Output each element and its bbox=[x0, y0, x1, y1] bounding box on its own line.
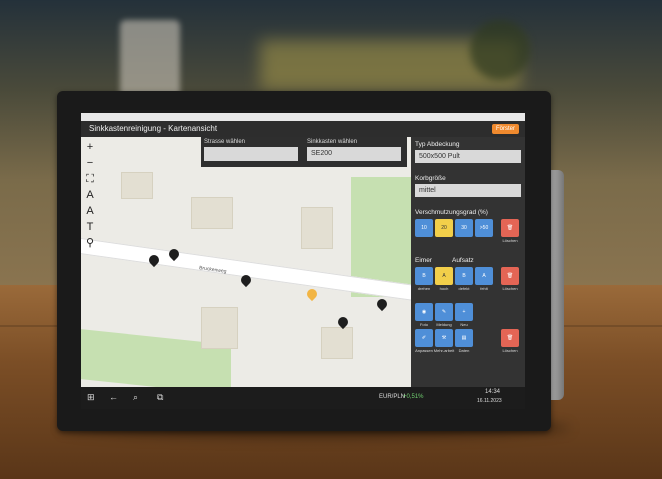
clock-time[interactable]: 14:34 bbox=[485, 389, 500, 395]
note-icon[interactable]: ✎ bbox=[435, 303, 453, 321]
sink-select: Sinkkasten wählen SE200 bbox=[304, 137, 404, 161]
soiling-section: Verschmutzungsgrad (%) 10 20 30 >50 🗑 Lö… bbox=[411, 207, 525, 247]
cover-type-dropdown[interactable]: 500x500 Pult bbox=[415, 150, 521, 163]
soiling-10-button[interactable]: 10 bbox=[415, 219, 433, 237]
bucket-rotate-label: drehen bbox=[417, 286, 431, 291]
map-marker[interactable] bbox=[238, 272, 254, 289]
map-marker[interactable] bbox=[374, 296, 390, 313]
camera-icon[interactable]: ◉ bbox=[415, 303, 433, 321]
cover-type-section: Typ Abdeckung 500x500 Pult bbox=[411, 139, 525, 163]
soiling-delete-label: Löschen bbox=[502, 238, 518, 243]
currency-ticker: EUR/PLN bbox=[379, 394, 406, 400]
zoom-in-icon[interactable]: + bbox=[83, 139, 97, 155]
cover-type-label: Typ Abdeckung bbox=[415, 141, 460, 148]
soiling-50-button[interactable]: >50 bbox=[475, 219, 493, 237]
bucket-delete-label: Löschen bbox=[502, 286, 518, 291]
soiling-label: Verschmutzungsgrad (%) bbox=[415, 209, 488, 216]
task-view-icon[interactable]: ⧉ bbox=[157, 392, 163, 403]
text-size-large-icon[interactable]: A bbox=[83, 187, 97, 203]
map-view[interactable]: Bruckenweg bbox=[81, 137, 411, 387]
actions-section: ◉ ✎ + Foto Meldung Neu ✐ ⚒ ▤ 🗑 Anpassen … bbox=[411, 303, 525, 363]
data-label: Daten bbox=[458, 348, 470, 353]
app-header: Sinkkastenreinigung - Kartenansicht Förs… bbox=[81, 121, 525, 137]
map-marker[interactable] bbox=[335, 314, 351, 331]
zoom-out-icon[interactable]: − bbox=[83, 155, 97, 171]
bucket-label: Eimer Aufsatz bbox=[415, 257, 474, 264]
soiling-20-button[interactable]: 20 bbox=[435, 219, 453, 237]
map-marker[interactable] bbox=[146, 252, 162, 269]
currency-change: +0,51% bbox=[403, 394, 424, 400]
actions-delete-label: Löschen bbox=[502, 348, 518, 353]
basket-size-dropdown[interactable]: mittel bbox=[415, 184, 521, 197]
map-toolbar: + − ⛶ A A T ⚲ bbox=[83, 139, 97, 251]
map-building bbox=[201, 307, 238, 349]
bucket-section: Eimer Aufsatz B A B A 🗑 drehen hoch defek… bbox=[411, 255, 525, 297]
soiling-30-button[interactable]: 30 bbox=[455, 219, 473, 237]
extra-work-label: Mehr-arbeit bbox=[433, 348, 455, 353]
bucket-rotate-button[interactable]: B bbox=[415, 267, 433, 285]
pencil-icon[interactable]: ✐ bbox=[415, 329, 433, 347]
window-titlebar bbox=[81, 113, 525, 121]
location-icon[interactable]: ⚲ bbox=[83, 235, 97, 251]
windows-start-icon[interactable]: ⊞ bbox=[87, 392, 95, 403]
bucket-defect-button[interactable]: B bbox=[455, 267, 473, 285]
text-icon[interactable]: T bbox=[83, 219, 97, 235]
sink-select-label: Sinkkasten wählen bbox=[307, 139, 358, 145]
soiling-delete-button[interactable]: 🗑 bbox=[501, 219, 519, 237]
tablet-screen: Sinkkastenreinigung - Kartenansicht Förs… bbox=[81, 113, 525, 409]
actions-delete-button[interactable]: 🗑 bbox=[501, 329, 519, 347]
map-marker-selected[interactable] bbox=[304, 286, 320, 303]
tablet-device: Sinkkastenreinigung - Kartenansicht Förs… bbox=[57, 91, 551, 431]
back-icon[interactable]: ← bbox=[109, 392, 118, 402]
map-building bbox=[321, 327, 353, 359]
map-marker[interactable] bbox=[166, 246, 182, 263]
street-select: Strasse wählen bbox=[201, 137, 301, 161]
street-select-label: Strasse wählen bbox=[204, 139, 246, 145]
text-size-small-icon[interactable]: A bbox=[83, 203, 97, 219]
photo-label: Foto bbox=[419, 322, 428, 327]
fullscreen-icon[interactable]: ⛶ bbox=[83, 171, 97, 187]
tools-icon[interactable]: ⚒ bbox=[435, 329, 453, 347]
adjust-label: Anpassen bbox=[415, 348, 433, 353]
blurred-plant bbox=[470, 20, 530, 80]
clock-date[interactable]: 16.11.2023 bbox=[477, 398, 502, 404]
plus-icon[interactable]: + bbox=[455, 303, 473, 321]
report-label: Meldung bbox=[436, 322, 452, 327]
blurred-object bbox=[120, 20, 180, 100]
sink-dropdown[interactable]: SE200 bbox=[307, 147, 401, 161]
street-dropdown[interactable] bbox=[204, 147, 298, 161]
map-building bbox=[301, 207, 333, 249]
bucket-up-label: hoch bbox=[439, 286, 449, 291]
data-icon[interactable]: ▤ bbox=[455, 329, 473, 347]
map-building bbox=[121, 172, 153, 199]
selector-bar: Strasse wählen Sinkkasten wählen SE200 bbox=[201, 137, 407, 167]
new-label: Neu bbox=[460, 322, 468, 327]
bucket-up-button[interactable]: A bbox=[435, 267, 453, 285]
bucket-missing-label: fehlt bbox=[480, 286, 488, 291]
basket-size-label: Korbgröße bbox=[415, 175, 446, 182]
bucket-missing-button[interactable]: A bbox=[475, 267, 493, 285]
mode-button[interactable]: Förster bbox=[491, 124, 519, 134]
search-icon[interactable]: ⌕ bbox=[133, 392, 138, 403]
map-building bbox=[191, 197, 233, 229]
basket-size-section: Korbgröße mittel bbox=[411, 173, 525, 197]
windows-taskbar: ⊞ ← ⌕ ⧉ EUR/PLN +0,51% 14:34 16.11.2023 bbox=[81, 387, 525, 409]
bucket-delete-button[interactable]: 🗑 bbox=[501, 267, 519, 285]
side-panel: Typ Abdeckung 500x500 Pult Korbgröße mit… bbox=[411, 137, 525, 387]
app-title: Sinkkastenreinigung - Kartenansicht bbox=[89, 124, 218, 133]
bucket-defect-label: defekt bbox=[458, 286, 470, 291]
